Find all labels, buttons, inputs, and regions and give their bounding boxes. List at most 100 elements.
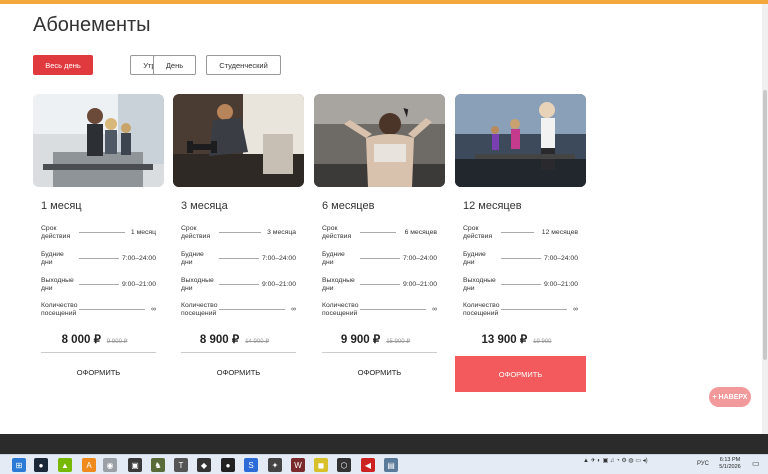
order-button[interactable]: ОФОРМИТЬ — [41, 355, 156, 389]
app-icon[interactable]: ● — [221, 458, 235, 472]
system-clock[interactable]: 6:13 PM 5/1/2026 — [714, 457, 746, 471]
old-price: 15 900 ₽ — [386, 339, 411, 345]
term-value: 3 месяца — [267, 229, 296, 236]
app-icon[interactable]: ◀ — [361, 458, 375, 472]
input-language[interactable]: РУС — [697, 461, 709, 467]
nvidia-icon[interactable]: ▲ — [58, 458, 72, 472]
app-icon[interactable]: ✦ — [268, 458, 282, 472]
row-divider — [360, 284, 400, 285]
plan-title: 1 месяц — [41, 200, 82, 212]
app-icon[interactable]: S — [244, 458, 258, 472]
old-price: 19 900 — [533, 339, 552, 345]
current-price: 8 000 ₽ — [61, 334, 101, 346]
price-divider — [41, 352, 156, 353]
term-row: Срок действия 3 месяца — [181, 225, 296, 245]
price-divider — [322, 352, 437, 353]
row-divider — [501, 258, 541, 259]
app-icon[interactable]: A — [82, 458, 96, 472]
plan-title: 12 месяцев — [463, 200, 522, 212]
term-row: Срок действия 6 месяцев — [322, 225, 437, 245]
back-to-top-button[interactable]: + НАВЕРХ — [709, 387, 751, 407]
gym-treadmill-women-photo — [455, 94, 586, 187]
term-row: Срок действия 1 месяц — [41, 225, 156, 245]
game-icon[interactable]: ♞ — [151, 458, 165, 472]
app-icon[interactable]: ◼ — [314, 458, 328, 472]
weekdays-value: 7:00–24:00 — [543, 255, 578, 262]
weekends-value: 9:00–21:00 — [121, 281, 156, 288]
current-price: 13 900 ₽ — [481, 334, 528, 346]
notification-icon[interactable]: ▭ — [752, 459, 760, 468]
visits-label: Количество посещений — [463, 302, 500, 317]
scrollbar-thumb[interactable] — [763, 90, 767, 360]
page-title: Абонементы — [33, 14, 151, 36]
app-icon[interactable]: W — [291, 458, 305, 472]
weekends-row: Выходные дни 9:00–21:00 — [322, 277, 437, 297]
app-icon[interactable]: ⬡ — [337, 458, 351, 472]
windows-start-icon[interactable]: ⊞ — [12, 458, 26, 472]
term-value: 6 месяцев — [404, 229, 437, 236]
row-divider — [219, 232, 261, 233]
term-label: Срок действия — [181, 225, 211, 240]
page-content: Абонементы Весь день Утро День Студенчес… — [0, 4, 762, 434]
current-price: 8 900 ₽ — [199, 334, 240, 346]
visits-label: Количество посещений — [181, 302, 218, 317]
weekends-row: Выходные дни 9:00–21:00 — [181, 277, 296, 297]
row-divider — [79, 309, 145, 310]
plan-card-1-month: 1 месяц Срок действия 1 месяц Будние дни… — [33, 94, 164, 392]
term-label: Срок действия — [463, 225, 493, 240]
gym-situps-woman-photo — [314, 94, 445, 187]
plan-card-12-months: 12 месяцев Срок действия 12 месяцев Будн… — [455, 94, 586, 392]
app-icon[interactable]: ▤ — [384, 458, 398, 472]
filter-day[interactable]: День — [153, 55, 196, 75]
visits-row: Количество посещений ∞ — [322, 302, 437, 322]
old-price: 9 900 ₽ — [106, 339, 128, 345]
visits-value: ∞ — [151, 306, 156, 313]
weekends-row: Выходные дни 9:00–21:00 — [41, 277, 156, 297]
plan-card-3-months: 3 месяца Срок действия 3 месяца Будние д… — [173, 94, 304, 392]
weekdays-row: Будние дни 7:00–24:00 — [463, 251, 578, 271]
weekdays-label: Будние дни — [322, 251, 345, 266]
weekdays-row: Будние дни 7:00–24:00 — [322, 251, 437, 271]
row-divider — [360, 258, 400, 259]
visits-label: Количество посещений — [41, 302, 78, 317]
current-price: 9 900 ₽ — [340, 334, 381, 346]
steam-icon[interactable]: ● — [34, 458, 48, 472]
weekends-value: 9:00–21:00 — [402, 281, 437, 288]
weekdays-value: 7:00–24:00 — [402, 255, 437, 262]
row-divider — [219, 309, 285, 310]
weekends-label: Выходные дни — [322, 277, 355, 292]
weekdays-label: Будние дни — [41, 251, 64, 266]
tray-icons[interactable]: ▲ ✈ ◐ ▣ ♫ ◔ ⚙ ◍ ▭ ◂) — [583, 457, 648, 464]
row-divider — [360, 309, 426, 310]
weekends-row: Выходные дни 9:00–21:00 — [463, 277, 578, 297]
weekends-label: Выходные дни — [181, 277, 214, 292]
filter-student[interactable]: Студенческий — [206, 55, 281, 75]
weekdays-value: 7:00–24:00 — [121, 255, 156, 262]
row-divider — [360, 232, 396, 233]
visits-row: Количество посещений ∞ — [41, 302, 156, 322]
term-value: 1 месяц — [130, 229, 156, 236]
term-row: Срок действия 12 месяцев — [463, 225, 578, 245]
visits-row: Количество посещений ∞ — [181, 302, 296, 322]
price: 13 900 ₽ 19 900 — [455, 332, 578, 346]
term-value: 12 месяцев — [541, 229, 578, 236]
page-scrollbar[interactable] — [762, 4, 768, 434]
gym-treadmill-group-photo — [33, 94, 164, 187]
term-label: Срок действия — [322, 225, 352, 240]
app-icon[interactable]: ▣ — [128, 458, 142, 472]
weekdays-value: 7:00–24:00 — [261, 255, 296, 262]
windows-taskbar: ⊞ ● ▲ A ◉ ▣ ♞ T ◆ ● S ✦ W ◼ ⬡ ◀ ▤ ▲ ✈ ◐ … — [0, 454, 768, 474]
weekdays-row: Будние дни 7:00–24:00 — [41, 251, 156, 271]
price: 9 900 ₽ 15 900 ₽ — [314, 332, 437, 346]
order-button[interactable]: ОФОРМИТЬ — [455, 356, 586, 392]
order-button[interactable]: ОФОРМИТЬ — [181, 355, 296, 389]
filter-all-day[interactable]: Весь день — [33, 55, 93, 75]
visits-value: ∞ — [573, 306, 578, 313]
app-icon[interactable]: ◆ — [197, 458, 211, 472]
chrome-icon[interactable]: ◉ — [103, 458, 117, 472]
weekdays-row: Будние дни 7:00–24:00 — [181, 251, 296, 271]
weekends-label: Выходные дни — [463, 277, 496, 292]
tool-icon[interactable]: T — [174, 458, 188, 472]
weekends-value: 9:00–21:00 — [543, 281, 578, 288]
order-button[interactable]: ОФОРМИТЬ — [322, 355, 437, 389]
